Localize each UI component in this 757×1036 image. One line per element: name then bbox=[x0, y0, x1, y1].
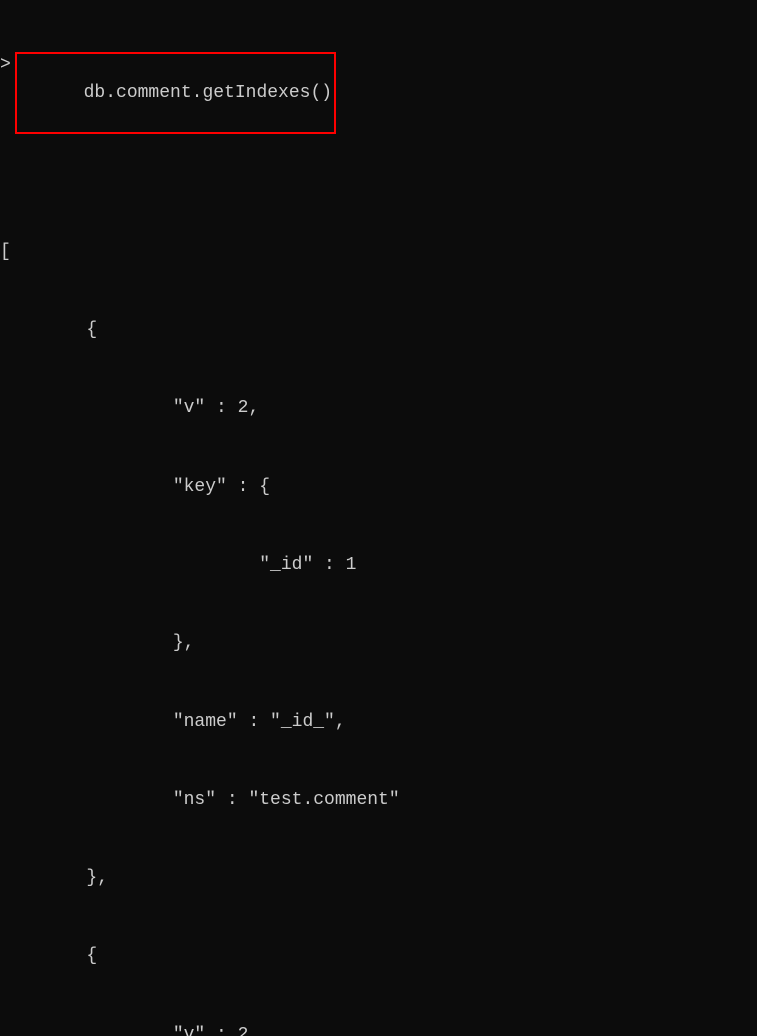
output-line: "name" : "_id_", bbox=[0, 709, 757, 735]
output-block: [ { "v" : 2, "key" : { "_id" : 1 }, "nam… bbox=[0, 187, 757, 1036]
output-line: [ bbox=[0, 239, 757, 265]
command-line[interactable]: > db.comment.getIndexes() bbox=[0, 52, 757, 134]
output-line: { bbox=[0, 317, 757, 343]
command-highlight-box: db.comment.getIndexes() bbox=[15, 52, 336, 134]
output-line: "key" : { bbox=[0, 474, 757, 500]
output-line: }, bbox=[0, 865, 757, 891]
output-line: }, bbox=[0, 630, 757, 656]
terminal-output: > db.comment.getIndexes() [ { "v" : 2, "… bbox=[0, 0, 757, 1036]
output-line: "v" : 2, bbox=[0, 395, 757, 421]
output-line: { bbox=[0, 943, 757, 969]
prompt-symbol: > bbox=[0, 52, 15, 78]
output-line: "v" : 2, bbox=[0, 1022, 757, 1036]
command-text: db.comment.getIndexes() bbox=[84, 83, 332, 103]
output-line: "ns" : "test.comment" bbox=[0, 787, 757, 813]
output-line: "_id" : 1 bbox=[0, 552, 757, 578]
